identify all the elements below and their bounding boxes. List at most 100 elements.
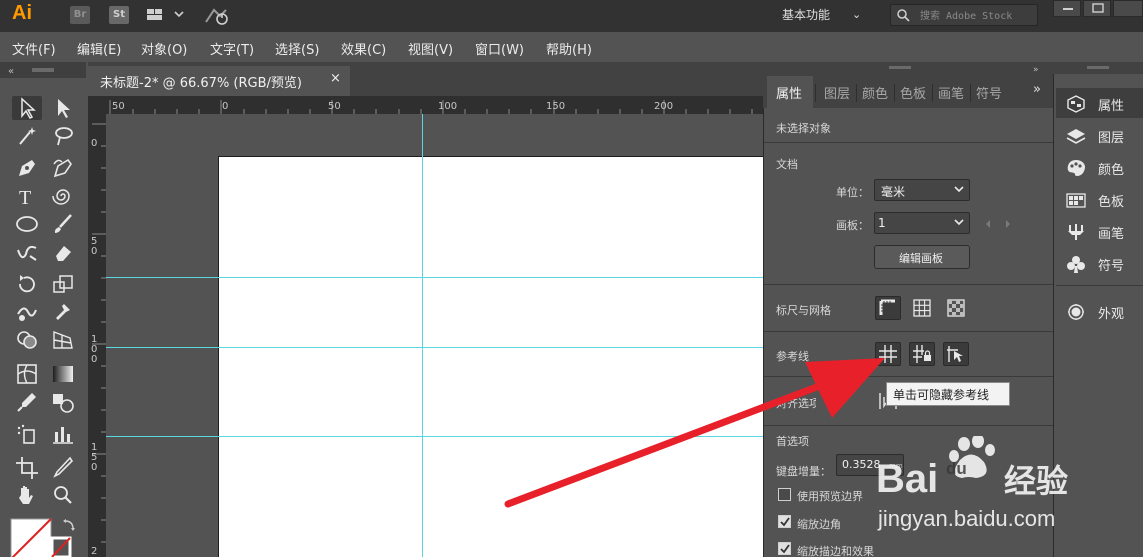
menu-file[interactable]: 文件(F) — [12, 39, 56, 58]
svg-text:«: « — [8, 66, 14, 77]
blend-tool-icon[interactable] — [50, 390, 76, 414]
stock-button[interactable]: St — [109, 6, 129, 24]
tab-brushes[interactable]: 画笔 — [938, 83, 964, 102]
tab-swatches[interactable]: 色板 — [900, 83, 926, 102]
dock-header[interactable] — [1053, 62, 1143, 74]
artboard-label: 画板： — [836, 219, 869, 232]
vertical-guide[interactable] — [422, 114, 423, 557]
arrange-documents-icon[interactable] — [146, 7, 186, 23]
app-logo: Ai — [12, 2, 32, 24]
scale-strokes-label: 缩放描边和效果 — [797, 545, 874, 557]
dock-layers[interactable]: 图层 — [1056, 120, 1142, 150]
ruler-label: 50 — [328, 101, 341, 112]
annotation-arrow — [500, 340, 900, 515]
pen-tool-icon[interactable] — [14, 156, 40, 180]
close-window-button[interactable] — [1113, 0, 1143, 17]
dock-swatches[interactable]: 色板 — [1056, 184, 1142, 214]
watermark-brand-cn: 经验 — [1004, 462, 1068, 500]
hand-tool-icon[interactable] — [14, 483, 40, 507]
menu-type[interactable]: 文字(T) — [210, 39, 254, 58]
shape-builder-tool-icon[interactable] — [14, 328, 40, 352]
ruler-label: 2 — [91, 546, 98, 557]
watermark-url: jingyan.baidu.com — [877, 506, 1055, 531]
magic-wand-tool-icon[interactable] — [14, 124, 40, 148]
tab-symbols[interactable]: 符号 — [976, 83, 1002, 102]
scale-corners-checkbox[interactable] — [778, 515, 791, 528]
chevron-down-icon[interactable]: ⌄ — [852, 8, 861, 21]
menu-effect[interactable]: 效果(C) — [341, 39, 386, 58]
workspace-switcher[interactable]: 基本功能 — [782, 6, 830, 23]
mesh-tool-icon[interactable] — [14, 362, 40, 386]
tools-panel-header[interactable]: « — [0, 62, 86, 78]
ruler-label: 100 — [438, 101, 458, 112]
section-divider — [764, 142, 1053, 143]
fill-swatch[interactable] — [10, 518, 52, 557]
menu-edit[interactable]: 编辑(E) — [77, 39, 121, 58]
horizontal-guide[interactable] — [106, 277, 763, 278]
dock-properties[interactable]: 属性 — [1056, 88, 1142, 118]
gpu-performance-icon[interactable] — [204, 6, 232, 26]
artboard-nav-arrows-icon[interactable] — [984, 218, 1012, 230]
ellipse-tool-icon[interactable] — [14, 212, 40, 236]
stroke-swatch[interactable] — [50, 536, 72, 557]
dock-appearance-label: 外观 — [1098, 307, 1125, 322]
guides-tooltip: 单击可隐藏参考线 — [886, 382, 1010, 406]
minimize-button[interactable] — [1053, 0, 1081, 17]
puppet-warp-tool-icon[interactable] — [50, 300, 76, 324]
rotate-tool-icon[interactable] — [14, 272, 40, 296]
svg-text:du: du — [946, 459, 967, 478]
maximize-button[interactable] — [1083, 0, 1111, 17]
menu-select[interactable]: 选择(S) — [275, 39, 319, 58]
scale-corners-label: 缩放边角 — [797, 518, 841, 531]
dock-appearance[interactable]: 外观 — [1056, 296, 1142, 326]
column-graph-tool-icon[interactable] — [50, 422, 76, 446]
spiral-tool-icon[interactable] — [50, 184, 76, 208]
menu-object[interactable]: 对象(O) — [141, 39, 187, 58]
eyedropper-tool-icon[interactable] — [14, 390, 40, 414]
warp-tool-icon[interactable] — [14, 300, 40, 324]
eraser-tool-icon[interactable] — [50, 240, 76, 264]
scale-tool-icon[interactable] — [50, 272, 76, 296]
scale-strokes-checkbox[interactable] — [778, 542, 791, 555]
paintbrush-tool-icon[interactable] — [50, 212, 76, 236]
menu-view[interactable]: 视图(V) — [408, 39, 453, 58]
bridge-button[interactable]: Br — [70, 6, 90, 24]
tab-color[interactable]: 颜色 — [862, 83, 888, 102]
artboard-value: 1 — [878, 216, 886, 230]
swap-fill-stroke-icon[interactable] — [62, 518, 76, 532]
zoom-tool-icon[interactable] — [50, 483, 76, 507]
tab-separator — [932, 84, 933, 102]
lasso-tool-icon[interactable] — [50, 124, 76, 148]
menu-help[interactable]: 帮助(H) — [546, 39, 592, 58]
transparency-grid-button[interactable] — [943, 296, 969, 320]
color-icon — [1067, 160, 1085, 176]
tab-layers[interactable]: 图层 — [824, 83, 850, 102]
toggle-grid-button[interactable] — [909, 296, 935, 320]
gradient-tool-icon[interactable] — [50, 362, 76, 386]
tab-separator — [815, 84, 816, 102]
selection-tool-icon[interactable] — [14, 96, 40, 120]
close-tab-button[interactable]: × — [330, 71, 341, 86]
symbol-sprayer-tool-icon[interactable] — [14, 422, 40, 446]
dock-color[interactable]: 颜色 — [1056, 152, 1142, 182]
tab-properties[interactable]: 属性 — [776, 83, 802, 102]
dock-divider — [1056, 285, 1143, 286]
vertical-ruler[interactable] — [88, 96, 106, 557]
panel-header[interactable]: » — [763, 62, 1053, 75]
menu-window[interactable]: 窗口(W) — [475, 39, 524, 58]
artboard-tool-icon[interactable] — [14, 455, 40, 479]
tab-separator — [970, 84, 971, 102]
dock-symbols[interactable]: 符号 — [1056, 248, 1142, 278]
smart-guides-button[interactable] — [943, 342, 969, 366]
dock-brushes[interactable]: 画笔 — [1056, 216, 1142, 246]
toggle-rulers-button[interactable] — [875, 296, 901, 320]
type-tool-icon[interactable]: T — [14, 184, 40, 209]
slice-tool-icon[interactable] — [50, 455, 76, 479]
panel-expand-button[interactable]: » — [1033, 82, 1041, 97]
layers-icon — [1066, 129, 1086, 144]
shaper-tool-icon[interactable] — [14, 240, 40, 264]
lock-guides-button[interactable] — [909, 342, 935, 366]
perspective-grid-tool-icon[interactable] — [50, 328, 76, 352]
curvature-tool-icon[interactable] — [50, 156, 76, 180]
direct-selection-tool-icon[interactable] — [50, 96, 76, 120]
